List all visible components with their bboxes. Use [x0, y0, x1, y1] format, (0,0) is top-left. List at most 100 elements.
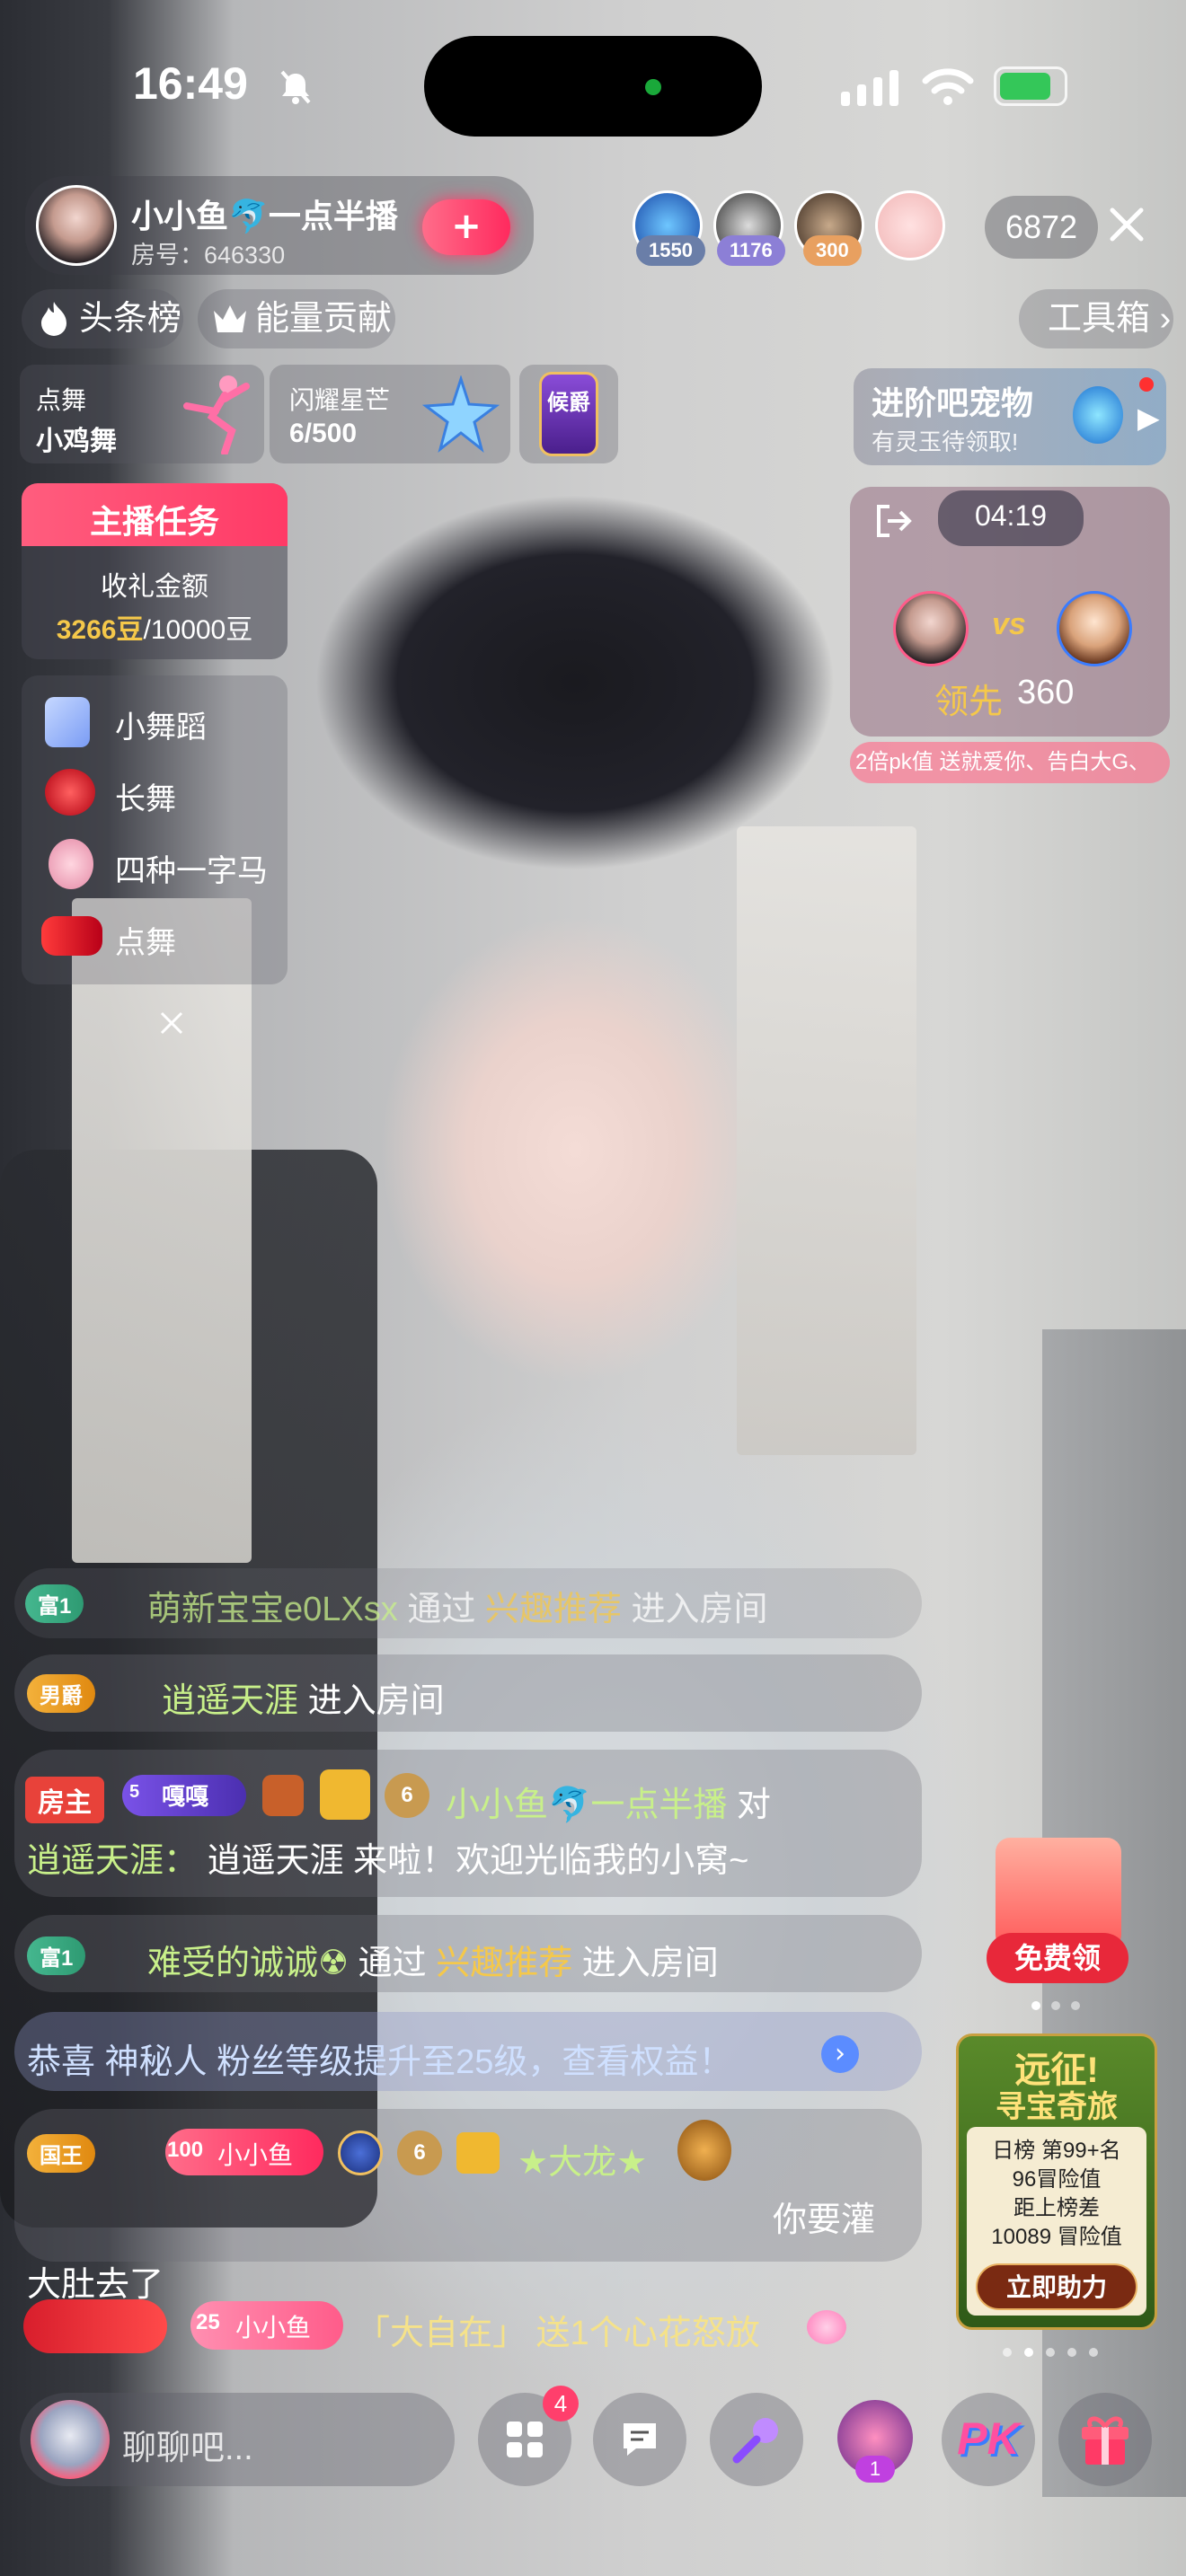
noble-badge-2: 男爵: [27, 1674, 95, 1713]
flame-icon: [41, 302, 66, 336]
menu-item-4[interactable]: 点舞: [115, 918, 176, 962]
chat-text-3: 逍遥天涯 来啦！欢迎光临我的小窝~: [207, 1842, 749, 1880]
heart-gift-icon: [807, 2310, 846, 2344]
event-value: 96冒险值: [1012, 2167, 1102, 2192]
chat-tail-1: 进入房间: [631, 1591, 768, 1628]
event-dot-3: [1046, 2348, 1055, 2357]
event-subtitle: 寻宝奇旅: [996, 2090, 1118, 2124]
event-dot-4: [1067, 2348, 1076, 2357]
headline-rank-label: 头条榜: [79, 300, 182, 338]
menu-item-3[interactable]: 四种一字马: [115, 846, 268, 890]
robot-assistant-icon[interactable]: [31, 2400, 110, 2479]
pk-opponent-avatar[interactable]: [1057, 591, 1132, 666]
chat-line-4: 难受的诚诚☢ 通过 兴趣推荐 进入房间: [147, 1935, 719, 1984]
streamer-name: 小小鱼🐬一点半播: [131, 198, 398, 234]
fan-name-6: 小小鱼: [217, 2141, 294, 2169]
host-task-title: 主播任务: [89, 503, 219, 540]
lips-icon: [45, 769, 95, 816]
chat-target-3[interactable]: 逍遥天涯：: [27, 1842, 198, 1880]
energy-contribution-label: 能量贡献: [255, 300, 393, 338]
chat-message-2: [14, 1654, 922, 1732]
status-time: 16:49: [133, 58, 248, 109]
apps-badge: 4: [543, 2386, 579, 2422]
host-task-label: 收礼金额: [101, 572, 208, 602]
pk-score: 360: [1017, 674, 1075, 711]
viewer-count[interactable]: 6872: [985, 196, 1098, 259]
dance-title: 点舞: [36, 386, 87, 414]
chat-input[interactable]: 聊聊吧...: [122, 2420, 253, 2469]
event-dot-2: [1024, 2348, 1033, 2357]
chat-user-3[interactable]: 小小鱼🐬一点半播: [446, 1786, 727, 1824]
compass-badge-icon: [338, 2130, 383, 2175]
bell-muted-icon: [280, 70, 311, 104]
fan-level-6: 100: [167, 2138, 204, 2162]
chat-user-6[interactable]: ★大龙★: [518, 2134, 647, 2183]
free-claim-button[interactable]: 免费领: [987, 1933, 1128, 1983]
toolbox-label: 工具箱: [1048, 300, 1151, 338]
chat-text-6: 你要灌大肚去了: [27, 2201, 876, 2304]
pet-title: 进阶吧宠物: [872, 384, 1034, 421]
microphone-icon: [732, 2418, 778, 2464]
play-arrow-icon: ▶: [1137, 401, 1160, 435]
pk-vs: vs: [992, 607, 1026, 641]
chevron-right-circle-icon[interactable]: ›: [821, 2035, 859, 2073]
viewer-score-2: 1176: [717, 235, 785, 266]
room-id: 房号：646330: [131, 242, 286, 269]
collapse-close-icon[interactable]: [158, 1010, 185, 1037]
chat-user-1[interactable]: 萌新宝宝e0LXsx: [147, 1591, 398, 1628]
follow-button[interactable]: +: [422, 199, 510, 255]
event-gap: 10089 冒险值: [991, 2225, 1122, 2249]
event-cta-button[interactable]: 立即助力: [976, 2263, 1137, 2310]
page-dot-3: [1071, 2001, 1080, 2010]
pet-subtitle: 有灵玉待领取!: [872, 428, 1019, 455]
menu-item-2[interactable]: 长舞: [115, 774, 176, 818]
pk-status: 领先: [934, 684, 1004, 721]
page-dot-2: [1051, 2001, 1060, 2010]
dance-shoe-icon: [45, 697, 90, 747]
menu-item-1[interactable]: 小舞蹈: [115, 702, 207, 746]
chat-line-1: 萌新宝宝e0LXsx 通过 兴趣推荐 进入房间: [147, 1581, 767, 1630]
medal-icon: [262, 1775, 304, 1816]
chat-tail-2: 进入房间: [307, 1682, 445, 1720]
fan-name-7: 小小鱼: [235, 2314, 312, 2342]
chat-tail-4: 进入房间: [581, 1945, 719, 1982]
chevron-right-icon: ›: [1150, 300, 1172, 338]
gift-box-icon: [320, 1769, 370, 1820]
chat-mid-3: 对: [736, 1786, 771, 1824]
portrait-badge-icon: [456, 2132, 500, 2174]
event-gap-label: 距上榜差: [1013, 2196, 1100, 2220]
signal-icon: [841, 70, 898, 106]
wifi-icon: [922, 68, 974, 105]
toolbox-button[interactable]: 工具箱 ›: [1019, 289, 1173, 348]
car-icon: [41, 916, 102, 956]
gift-banner-badge: [23, 2299, 167, 2353]
wealth-badge-4: 富1: [27, 1936, 86, 1975]
pk-host-avatar[interactable]: [893, 591, 969, 666]
marquis-badge: 候爵: [539, 372, 598, 456]
king-badge: 国王: [27, 2134, 95, 2173]
fan-level-icon: 6: [385, 1773, 429, 1818]
close-icon[interactable]: [1107, 205, 1146, 244]
viewer-score-1: 1550: [636, 235, 705, 266]
viewer-avatar-4[interactable]: [875, 190, 945, 260]
crown-icon: [214, 305, 246, 332]
chat-source-1: 兴趣推荐: [484, 1591, 622, 1628]
chat-source-4: 兴趣推荐: [436, 1945, 573, 1982]
screen-panel-right: [737, 826, 916, 1455]
chat-line-3a: 小小鱼🐬一点半播 对: [446, 1777, 771, 1826]
star-progress: 6/500: [289, 419, 358, 448]
grid-icon: [507, 2422, 543, 2457]
notification-dot: [1139, 377, 1154, 392]
chat-line-2: 逍遥天涯 进入房间: [162, 1672, 445, 1722]
chat-mid-4: 通过: [358, 1945, 427, 1982]
exit-icon[interactable]: [873, 501, 913, 541]
lion-avatar-icon: [677, 2120, 731, 2181]
chat-user-4[interactable]: 难受的诚诚☢: [147, 1945, 349, 1982]
chat-user-2[interactable]: 逍遥天涯: [162, 1682, 298, 1720]
pk-timer: 04:19: [974, 499, 1048, 532]
chat-mid-1: 通过: [407, 1591, 476, 1628]
dancer-icon: [183, 375, 250, 454]
gift-message: 「大自在」 送1个心花怒放: [356, 2315, 760, 2352]
streamer-avatar[interactable]: [36, 185, 117, 266]
dance-subtitle: 小鸡舞: [36, 427, 117, 456]
